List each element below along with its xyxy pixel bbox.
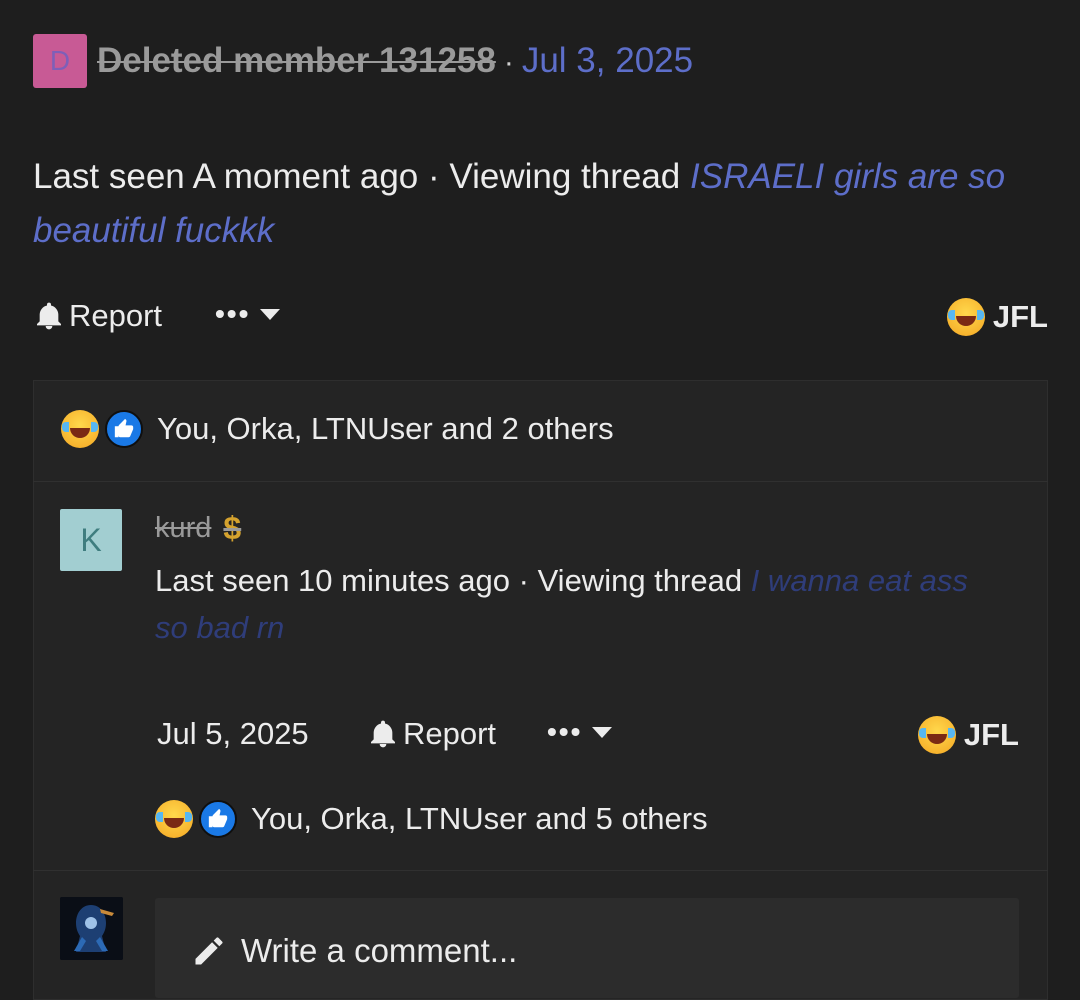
thumbs-up-icon <box>105 410 143 448</box>
reply-report-button[interactable]: Report <box>367 716 496 752</box>
chevron-down-icon <box>260 308 281 320</box>
reply-last-seen-text: Last seen 10 minutes ago · Viewing threa… <box>155 563 751 598</box>
thumbs-up-icon <box>199 800 237 838</box>
divider <box>33 481 1048 482</box>
post-header: Deleted member 131258 · Jul 3, 2025 <box>97 38 693 86</box>
pencil-icon <box>195 937 223 965</box>
write-comment-input[interactable]: Write a comment... <box>155 898 1019 998</box>
comment-placeholder: Write a comment... <box>241 932 518 969</box>
dollar-badge-icon: $ <box>223 510 242 546</box>
reply-date-link[interactable]: Jul 5, 2025 <box>157 716 309 752</box>
post-date-link[interactable]: Jul 3, 2025 <box>522 41 693 80</box>
reply-author: kurd $ <box>155 510 241 547</box>
reply-reactions-summary[interactable]: You, Orka, LTNUser and 5 others <box>155 800 708 838</box>
reactions-text: You, Orka, LTNUser and 2 others <box>157 411 614 446</box>
ellipsis-icon: ••• <box>547 716 583 747</box>
reactions-summary[interactable]: You, Orka, LTNUser and 2 others <box>61 410 614 448</box>
last-seen-text: Last seen A moment ago · Viewing thread <box>33 157 690 196</box>
laughing-crying-emoji-icon <box>155 800 193 838</box>
reply-reactions-text: You, Orka, LTNUser and 5 others <box>251 801 708 836</box>
reply-author-avatar[interactable]: K <box>60 509 122 571</box>
post-actions: Report ••• JFL <box>33 298 1048 344</box>
current-user-avatar[interactable] <box>60 897 123 960</box>
last-seen-status: Last seen A moment ago · Viewing thread … <box>33 150 1053 258</box>
separator: · <box>503 46 514 79</box>
reply-reaction-label: JFL <box>963 717 1019 752</box>
laughing-crying-emoji-icon <box>917 716 956 754</box>
bell-icon <box>371 720 395 748</box>
composer-content: Write a comment... <box>191 932 517 970</box>
reply-author-name[interactable]: kurd <box>155 512 211 545</box>
reply-report-label: Report <box>403 716 497 751</box>
bell-icon <box>37 302 61 330</box>
thread-view: D Deleted member 131258 · Jul 3, 2025 Last… <box>0 0 1080 1000</box>
divider <box>33 870 1048 871</box>
laughing-crying-emoji-icon <box>946 298 985 336</box>
more-options-button[interactable]: ••• <box>215 298 281 330</box>
reply-actions: Jul 5, 2025 Report ••• JFL <box>157 716 1019 762</box>
chevron-down-icon <box>592 726 613 738</box>
reaction-label: JFL <box>992 299 1048 334</box>
report-label: Report <box>69 298 163 333</box>
author-avatar[interactable]: D <box>33 34 87 88</box>
reply-reaction-button[interactable]: JFL <box>917 716 1019 754</box>
ellipsis-icon: ••• <box>215 298 251 329</box>
report-button[interactable]: Report <box>33 298 162 334</box>
reply-more-options-button[interactable]: ••• <box>547 716 613 748</box>
reply-last-seen-status: Last seen 10 minutes ago · Viewing threa… <box>155 557 995 651</box>
reaction-button[interactable]: JFL <box>946 298 1048 336</box>
laughing-crying-emoji-icon <box>61 410 99 448</box>
author-name[interactable]: Deleted member 131258 <box>97 41 496 80</box>
reaper-avatar-icon <box>60 897 123 960</box>
